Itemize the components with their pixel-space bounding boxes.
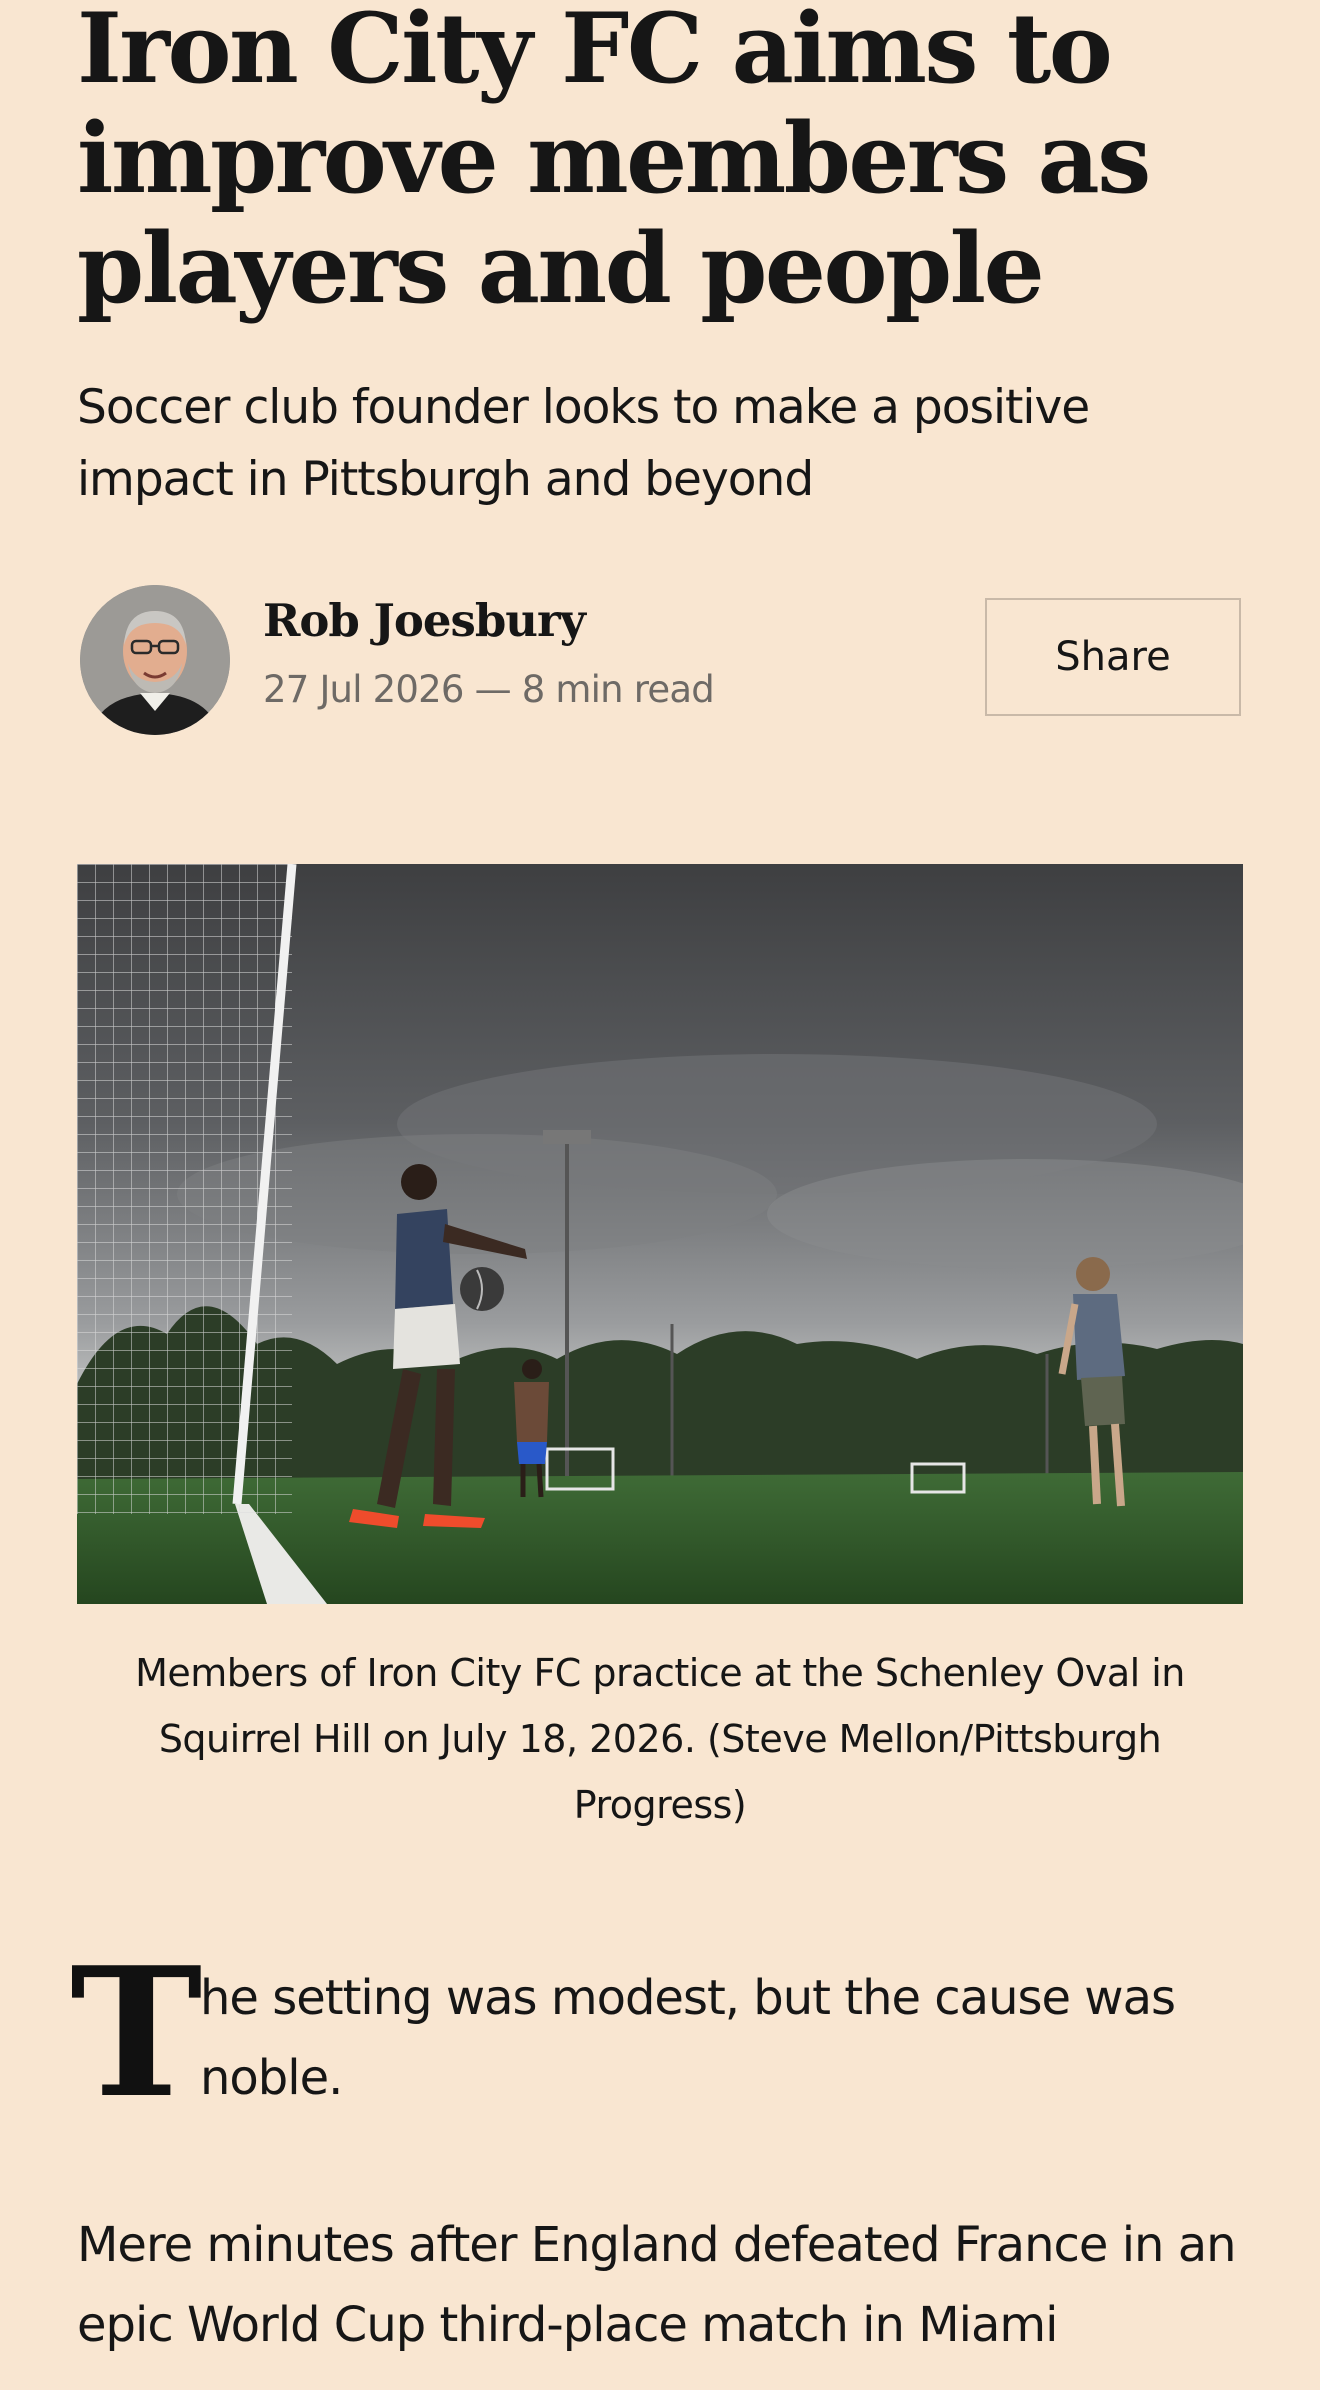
photo-caption: Members of Iron City FC practice at the … [135,1651,1185,1827]
share-button[interactable]: Share [985,598,1241,716]
publish-date-read-time: 27 Jul 2026 — 8 min read [263,668,715,711]
article-headline: Iron City FC aims to improve members as … [77,0,1151,325]
article-subheadline: Soccer club founder looks to make a posi… [77,380,1090,507]
author-name[interactable]: Rob Joesbury [263,594,586,647]
author-avatar[interactable] [80,585,230,735]
lead-paragraph: he setting was modest, but the cause was… [200,1970,1176,2106]
article-photo [77,864,1243,1604]
drop-cap: T [70,1928,203,2137]
body-paragraph: Mere minutes after England defeated Fran… [77,2217,1237,2353]
author-byline: Rob Joesbury 27 Jul 2026 — 8 min read Sh… [77,580,1243,740]
